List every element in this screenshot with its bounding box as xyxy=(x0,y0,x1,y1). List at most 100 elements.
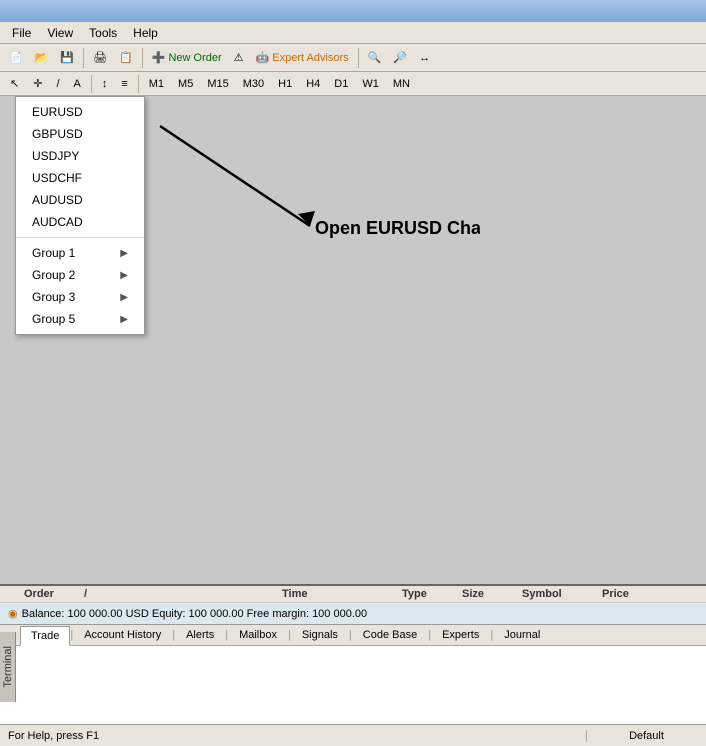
zoom-out-icon: 🔎 xyxy=(393,51,407,64)
print-icon: 🖨 xyxy=(93,51,107,64)
menu-view[interactable]: View xyxy=(39,24,81,42)
new-chart-icon: 📄 xyxy=(9,51,23,64)
menu-file[interactable]: File xyxy=(4,24,39,42)
tab-journal[interactable]: Journal xyxy=(493,625,551,645)
col-price: Price xyxy=(602,588,682,600)
app: File View Tools Help 📄 📂 💾 🖨 📋 ➕ New Ord… xyxy=(0,0,706,746)
menu-help[interactable]: Help xyxy=(125,24,166,42)
balance-text: Balance: 100 000.00 USD Equity: 100 000.… xyxy=(22,608,368,620)
tf-h4[interactable]: H4 xyxy=(300,74,326,94)
tb2-crosshair[interactable]: ✛ xyxy=(27,74,48,94)
col-type: Type xyxy=(402,588,462,600)
group2-chevron: ▶ xyxy=(120,270,128,281)
col-slash: / xyxy=(84,588,282,600)
new-order-icon: ➕ xyxy=(152,51,166,64)
tf-h1[interactable]: H1 xyxy=(272,74,298,94)
tb2-sep1 xyxy=(91,75,92,93)
menu-tools[interactable]: Tools xyxy=(81,24,125,42)
toolbar-open[interactable]: 📂 xyxy=(30,47,54,69)
col-order: Order xyxy=(24,588,84,600)
tab-mailbox[interactable]: Mailbox xyxy=(228,625,288,645)
sep1 xyxy=(83,48,84,68)
alert-button[interactable]: ⚠ xyxy=(229,47,249,69)
tab-experts[interactable]: Experts xyxy=(431,625,490,645)
terminal-tab[interactable]: Terminal xyxy=(0,632,16,702)
col-time: Time xyxy=(282,588,402,600)
tf-d1[interactable]: D1 xyxy=(328,74,354,94)
group3[interactable]: Group 3 ▶ xyxy=(16,286,144,308)
symbol-usdchf[interactable]: USDCHF xyxy=(16,167,144,189)
toolbar-print[interactable]: 🖨 xyxy=(88,47,112,69)
status-default: Default xyxy=(586,730,706,742)
tf-m30[interactable]: M30 xyxy=(237,74,270,94)
panel-tab-bar: Trade | Account History | Alerts | Mailb… xyxy=(0,624,706,646)
ea-label: Expert Advisors xyxy=(272,52,348,64)
col-symbol: Symbol xyxy=(522,588,602,600)
tf-m15[interactable]: M15 xyxy=(201,74,234,94)
symbol-audusd[interactable]: AUDUSD xyxy=(16,189,144,211)
tf-m1[interactable]: M1 xyxy=(143,74,170,94)
save-icon: 💾 xyxy=(60,51,74,64)
copy-icon: 📋 xyxy=(119,51,133,64)
dropdown-sep xyxy=(16,237,144,238)
tb2-text[interactable]: A xyxy=(68,74,87,94)
new-order-label: New Order xyxy=(168,52,221,64)
tf-w1[interactable]: W1 xyxy=(356,74,385,94)
tb2-periods[interactable]: ≡ xyxy=(115,74,133,94)
group2[interactable]: Group 2 ▶ xyxy=(16,264,144,286)
chart-scroll[interactable]: ↔ xyxy=(414,47,435,69)
toolbar-new-chart[interactable]: 📄 xyxy=(4,47,28,69)
balance-indicator: ◉ xyxy=(8,607,18,620)
symbol-dropdown[interactable]: EURUSD GBPUSD USDJPY USDCHF AUDUSD AUDCA… xyxy=(15,96,145,335)
toolbar: 📄 📂 💾 🖨 📋 ➕ New Order ⚠ 🤖 Expert Advisor… xyxy=(0,44,706,72)
symbol-audcad[interactable]: AUDCAD xyxy=(16,211,144,233)
tab-alerts[interactable]: Alerts xyxy=(175,625,225,645)
symbol-gbpusd[interactable]: GBPUSD xyxy=(16,123,144,145)
tab-codebase[interactable]: Code Base xyxy=(352,625,428,645)
group3-chevron: ▶ xyxy=(120,292,128,303)
title-bar xyxy=(0,0,706,22)
panel-column-headers: Order / Time Type Size Symbol Price xyxy=(0,586,706,603)
group3-label: Group 3 xyxy=(32,290,75,304)
chart-zoom-out[interactable]: 🔎 xyxy=(388,47,412,69)
tb2-arrows[interactable]: ↕ xyxy=(96,74,114,94)
toolbar-save[interactable]: 💾 xyxy=(55,47,79,69)
tb2-line[interactable]: / xyxy=(50,74,65,94)
balance-row: ◉ Balance: 100 000.00 USD Equity: 100 00… xyxy=(0,603,706,624)
svg-text:Open EURUSD Chart: Open EURUSD Chart xyxy=(315,218,480,238)
zoom-in-icon: 🔍 xyxy=(368,51,382,64)
new-order-button[interactable]: ➕ New Order xyxy=(147,47,227,69)
ea-icon: 🤖 xyxy=(256,51,270,64)
group1-label: Group 1 xyxy=(32,246,75,260)
group5[interactable]: Group 5 ▶ xyxy=(16,308,144,330)
tb2-sep2 xyxy=(138,75,139,93)
tab-account-history[interactable]: Account History xyxy=(73,625,172,645)
group5-label: Group 5 xyxy=(32,312,75,326)
bottom-panel: Terminal Order / Time Type Size Symbol P… xyxy=(0,584,706,724)
tab-signals[interactable]: Signals xyxy=(291,625,349,645)
tb2-cursor[interactable]: ↖ xyxy=(4,74,25,94)
status-help-text: For Help, press F1 xyxy=(0,730,586,742)
expert-advisors-button[interactable]: 🤖 Expert Advisors xyxy=(251,47,354,69)
toolbar-copy[interactable]: 📋 xyxy=(114,47,138,69)
group5-chevron: ▶ xyxy=(120,314,128,325)
symbol-usdjpy[interactable]: USDJPY xyxy=(16,145,144,167)
tab-trade[interactable]: Trade xyxy=(20,626,70,646)
tf-mn[interactable]: MN xyxy=(387,74,416,94)
sep2 xyxy=(142,48,143,68)
open-icon: 📂 xyxy=(35,51,49,64)
chart-zoom-in[interactable]: 🔍 xyxy=(363,47,387,69)
symbol-eurusd[interactable]: EURUSD xyxy=(16,101,144,123)
content-area: EURUSD GBPUSD USDJPY USDCHF AUDUSD AUDCA… xyxy=(0,96,706,724)
tf-m5[interactable]: M5 xyxy=(172,74,199,94)
alert-icon: ⚠ xyxy=(234,51,244,64)
group1[interactable]: Group 1 ▶ xyxy=(16,242,144,264)
menu-bar: File View Tools Help xyxy=(0,22,706,44)
col-size: Size xyxy=(462,588,522,600)
status-bar: For Help, press F1 Default xyxy=(0,724,706,746)
toolbar2: ↖ ✛ / A ↕ ≡ M1 M5 M15 M30 H1 H4 D1 W1 MN xyxy=(0,72,706,96)
scroll-icon: ↔ xyxy=(419,52,430,64)
annotation-arrow: Open EURUSD Chart xyxy=(130,106,480,306)
group1-chevron: ▶ xyxy=(120,248,128,259)
sep3 xyxy=(358,48,359,68)
